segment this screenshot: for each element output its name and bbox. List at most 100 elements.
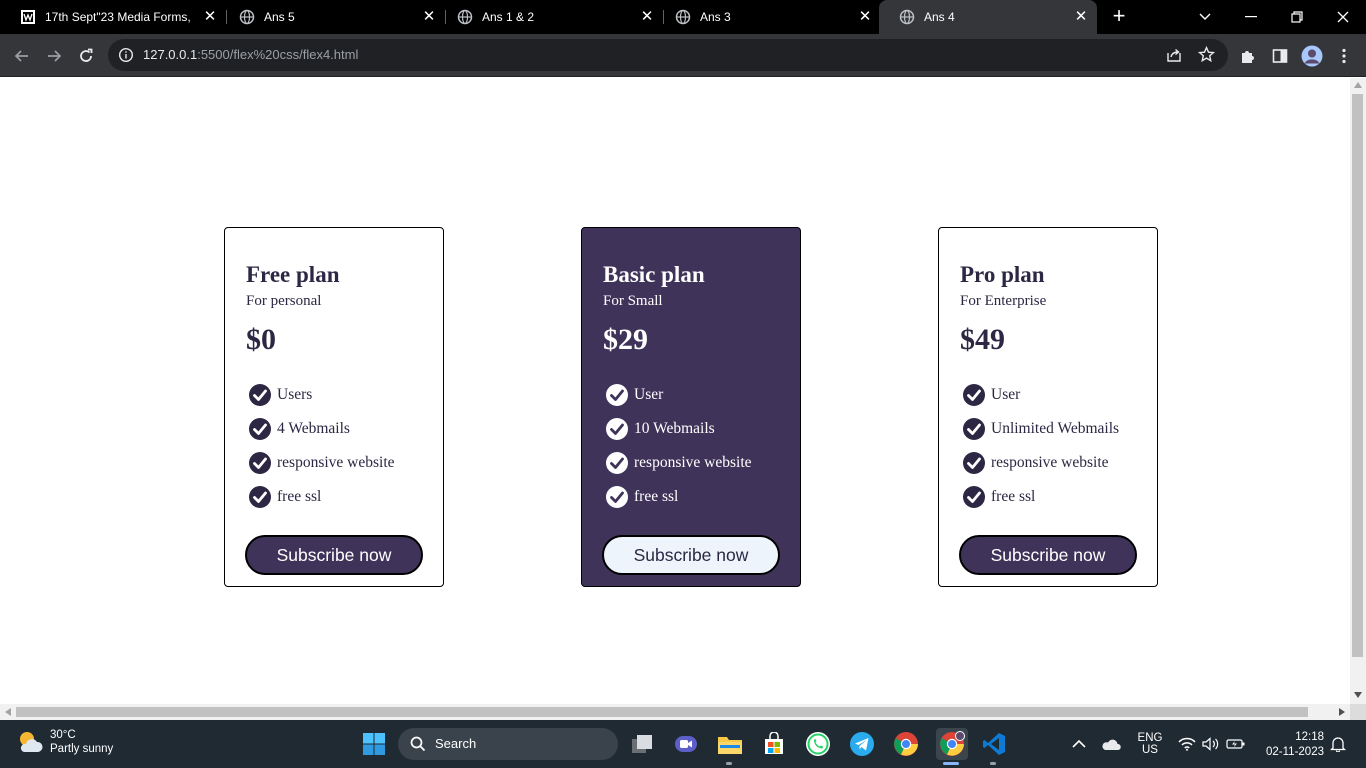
notification-bell-icon[interactable] [1330,720,1346,768]
tab-title: Ans 1 & 2 [482,10,535,24]
feature-item: responsive website [963,446,1119,480]
vertical-scroll-thumb[interactable] [1352,94,1363,657]
windows-start-icon[interactable] [360,730,388,758]
feature-item: responsive website [606,446,752,480]
feature-label: 4 Webmails [277,420,350,437]
feature-item: User [963,378,1119,412]
tab-ans-4[interactable]: Ans 4 ✕ [879,0,1097,34]
feature-label: free ssl [277,488,322,505]
new-tab-button[interactable]: + [1108,5,1130,28]
feature-item: free ssl [249,480,395,514]
horizontal-scrollbar[interactable] [0,704,1350,720]
task-view-icon[interactable] [628,730,656,758]
microsoft-store-icon[interactable] [760,730,788,758]
partly-sunny-icon [20,732,43,752]
scrollbar-corner [1350,704,1366,720]
whatsapp-icon[interactable] [804,730,832,758]
profile-avatar[interactable] [1300,44,1324,68]
check-circle-icon [249,486,271,508]
scroll-right-arrow-icon[interactable] [1339,708,1345,716]
tab-title: Ans 4 [924,10,955,24]
windows-taskbar: 30°C Partly sunny Search ENG US 12:18 02… [0,720,1366,768]
feature-label: responsive website [277,454,395,471]
share-icon[interactable] [1166,47,1182,68]
taskbar-search[interactable]: Search [398,728,618,760]
feature-item: 10 Webmails [606,412,752,446]
url-text: 127.0.0.1:5500/flex%20css/flex4.html [143,47,358,62]
plan-card-pro: Pro plan For Enterprise $49 User Unlimit… [938,227,1158,587]
meet-chat-icon[interactable] [672,730,700,758]
search-label: Search [435,736,477,751]
extensions-puzzle-icon[interactable] [1236,44,1260,68]
check-circle-icon [249,452,271,474]
vscode-icon[interactable] [980,730,1008,758]
tab-search-chevron-icon[interactable] [1182,0,1228,34]
side-panel-icon[interactable] [1268,44,1292,68]
plan-price: $29 [603,323,648,356]
tab-ans-5[interactable]: Ans 5 ✕ [219,0,446,34]
reload-button[interactable] [74,44,98,68]
chrome-profile-icon[interactable] [936,728,968,760]
tab-media-forms[interactable]: 17th Sept"23 Media Forms, I ✕ [0,0,227,34]
wifi-icon[interactable] [1178,720,1196,768]
subscribe-button[interactable]: Subscribe now [245,535,423,575]
language-indicator[interactable]: ENG US [1136,720,1164,768]
plan-card-basic: Basic plan For Small $29 User 10 Webmail… [581,227,801,587]
scroll-up-arrow-icon[interactable] [1354,82,1362,88]
scroll-left-arrow-icon[interactable] [5,708,11,716]
close-tab-icon[interactable]: ✕ [421,9,437,25]
chrome-icon[interactable] [892,730,920,758]
tab-strip: 17th Sept"23 Media Forms, I ✕ Ans 5 ✕ An… [0,0,1366,34]
close-tab-icon[interactable]: ✕ [202,9,218,25]
running-indicator [990,762,996,765]
feature-item: free ssl [963,480,1119,514]
close-tab-icon[interactable]: ✕ [857,9,873,25]
check-circle-icon [963,452,985,474]
scroll-down-arrow-icon[interactable] [1354,692,1362,698]
battery-icon[interactable] [1226,720,1246,768]
site-info-icon[interactable] [118,47,134,68]
feature-label: free ssl [991,488,1036,505]
url-path: :5500/flex%20css/flex4.html [197,47,359,62]
horizontal-scroll-thumb[interactable] [16,707,1308,717]
check-circle-icon [606,486,628,508]
plan-card-free: Free plan For personal $0 Users 4 Webmai… [224,227,444,587]
globe-icon [457,9,473,25]
active-app-indicator [943,762,959,765]
feature-label: free ssl [634,488,679,505]
feature-item: responsive website [249,446,395,480]
onedrive-cloud-icon[interactable] [1101,720,1121,768]
plan-subtitle: For Enterprise [960,293,1047,309]
telegram-icon[interactable] [848,730,876,758]
bookmark-star-icon[interactable] [1197,45,1216,68]
close-tab-icon[interactable]: ✕ [639,9,655,25]
feature-list: Users 4 Webmails responsive website free… [249,378,395,514]
back-button[interactable] [10,44,34,68]
feature-label: 10 Webmails [634,420,715,437]
subscribe-button[interactable]: Subscribe now [602,535,780,575]
address-bar[interactable]: 127.0.0.1:5500/flex%20css/flex4.html [108,39,1228,71]
show-hidden-icons-chevron-icon[interactable] [1072,720,1086,768]
close-tab-icon[interactable]: ✕ [1073,9,1089,25]
browser-menu-icon[interactable] [1332,44,1356,68]
file-explorer-icon[interactable] [716,730,744,758]
close-window-button[interactable] [1320,0,1366,34]
clock[interactable]: 12:18 02-11-2023 [1260,720,1324,768]
weather-temperature: 30°C [50,729,76,741]
check-circle-icon [249,418,271,440]
weather-widget[interactable]: 30°C Partly sunny [16,728,113,756]
forward-button[interactable] [42,44,66,68]
tab-ans-1-2[interactable]: Ans 1 & 2 ✕ [437,0,664,34]
check-circle-icon [606,452,628,474]
tab-ans-3[interactable]: Ans 3 ✕ [655,0,881,34]
vertical-scrollbar[interactable] [1350,78,1366,704]
clock-date: 02-11-2023 [1266,745,1324,758]
language-code: ENG [1137,732,1163,744]
feature-item: 4 Webmails [249,412,395,446]
minimize-button[interactable] [1228,0,1274,34]
feature-item: free ssl [606,480,752,514]
restore-button[interactable] [1274,0,1320,34]
region-code: US [1142,744,1158,756]
volume-icon[interactable] [1202,720,1220,768]
subscribe-button[interactable]: Subscribe now [959,535,1137,575]
